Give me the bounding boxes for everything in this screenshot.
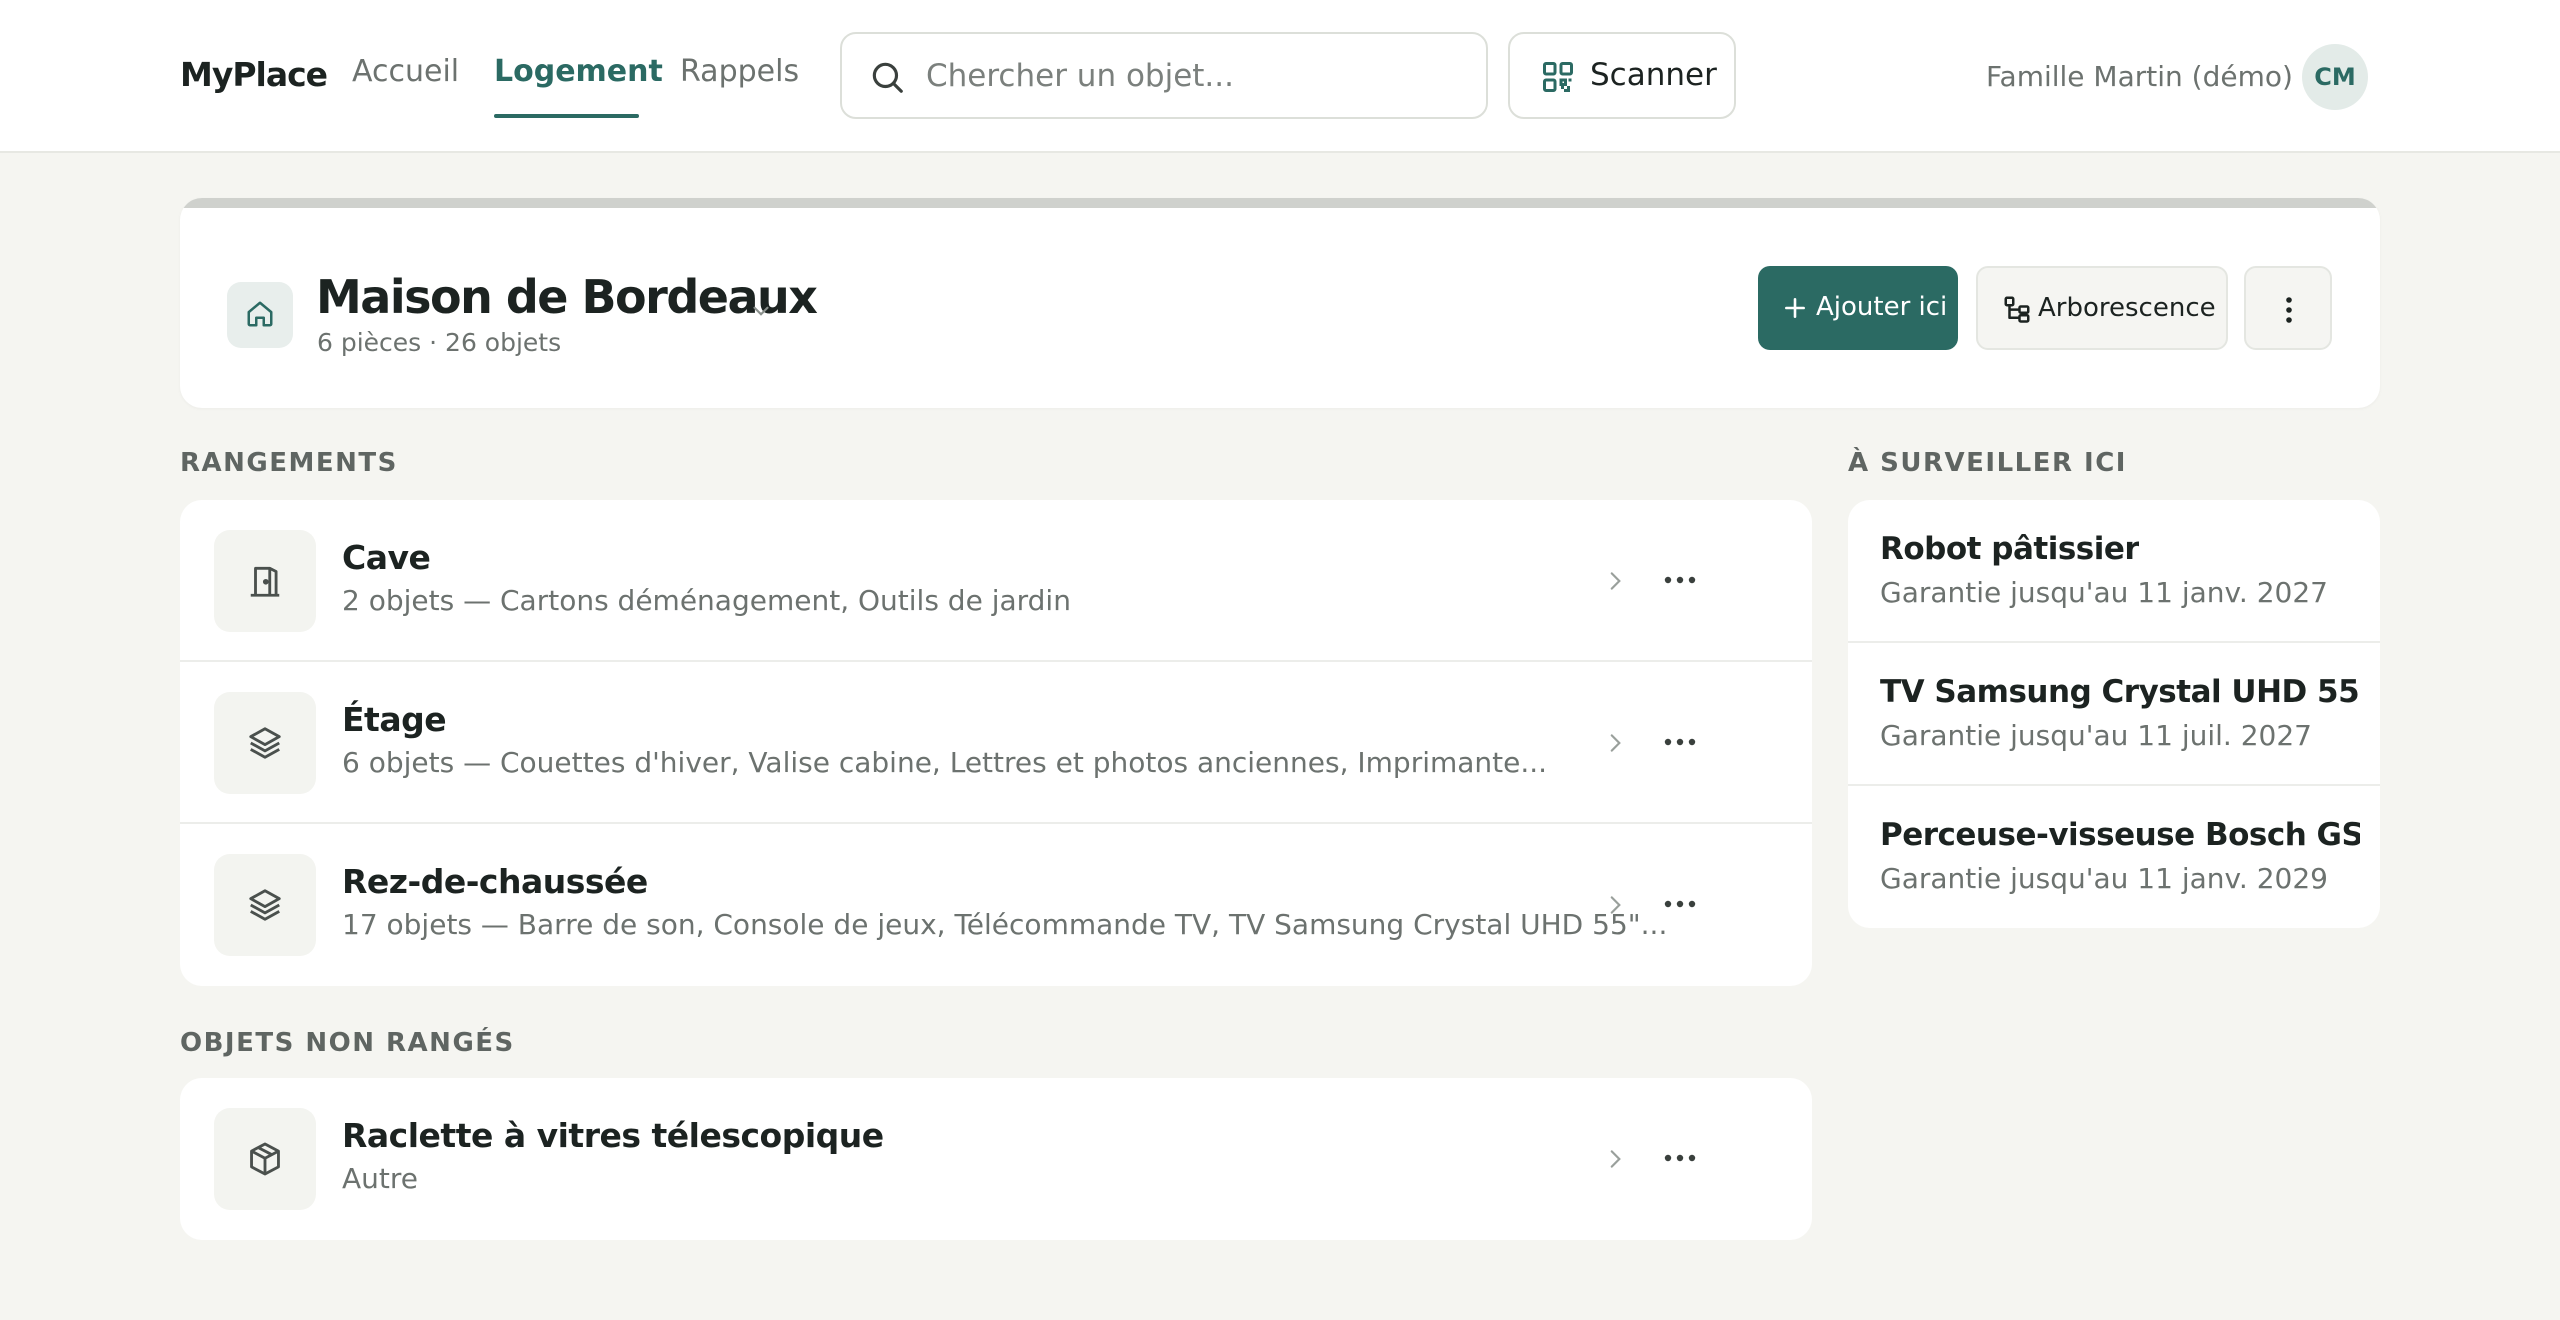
nav-rappels[interactable]: Rappels [680,54,799,89]
chevron-right-icon[interactable] [1602,890,1628,920]
search-input[interactable]: Chercher un objet... [840,32,1488,119]
nav-active-indicator [494,114,639,118]
card-top-band [180,198,2380,208]
room-description: 6 objets — Couettes d'hiver, Valise cabi… [342,746,1548,779]
search-placeholder: Chercher un objet... [926,58,1234,94]
room-icon-box [214,854,316,956]
room-icon-box [214,530,316,632]
room-icon-box [214,692,316,794]
nav-accueil[interactable]: Accueil [352,54,459,89]
watch-item[interactable]: TV Samsung Crystal UHD 55" Garantie jusq… [1848,643,2380,786]
box-icon [250,1142,280,1176]
scanner-button[interactable]: Scanner [1508,32,1736,119]
unsorted-row[interactable]: Raclette à vitres télescopique Autre [180,1078,1812,1240]
chevron-right-icon[interactable] [1602,728,1628,758]
more-dots-icon[interactable] [1664,737,1696,747]
layers-icon [249,727,281,759]
warranty-text: Garantie jusqu'au 11 juil. 2027 [1880,719,2312,752]
add-here-label: Ajouter ici [1816,292,1948,322]
qr-code-icon [1543,62,1573,92]
chevron-down-icon[interactable] [748,298,774,324]
add-here-button[interactable]: Ajouter ici [1758,266,1958,350]
object-category: Autre [342,1162,419,1195]
watch-item[interactable]: Robot pâtissier Garantie jusqu'au 11 jan… [1848,500,2380,643]
search-icon [872,62,903,93]
storage-row-cave[interactable]: Cave 2 objets — Cartons déménagement, Ou… [180,500,1812,662]
room-title: Étage [342,700,447,739]
storage-heading: RANGEMENTS [180,448,398,478]
storage-list: Cave 2 objets — Cartons déménagement, Ou… [180,500,1812,986]
tree-icon [2004,296,2030,323]
room-title: Rez-de-chaussée [342,862,648,901]
house-header-card: Maison de Bordeaux 6 pièces · 26 objets … [180,198,2380,408]
chevron-right-icon[interactable] [1602,1144,1628,1174]
door-icon [250,566,280,597]
brand-logo[interactable]: MyPlace [180,55,328,94]
house-title[interactable]: Maison de Bordeaux [316,270,818,324]
more-dots-icon[interactable] [1664,1153,1696,1163]
scanner-label: Scanner [1590,57,1717,93]
room-title: Cave [342,538,431,577]
storage-row-etage[interactable]: Étage 6 objets — Couettes d'hiver, Valis… [180,662,1812,824]
storage-row-rez-de-chaussee[interactable]: Rez-de-chaussée 17 objets — Barre de son… [180,824,1812,986]
warranty-text: Garantie jusqu'au 11 janv. 2029 [1880,862,2328,895]
room-description: 2 objets — Cartons déménagement, Outils … [342,584,1071,617]
object-icon-box [214,1108,316,1210]
watch-list: Robot pâtissier Garantie jusqu'au 11 jan… [1848,500,2380,928]
watch-item[interactable]: Perceuse-visseuse Bosch GSR... Garantie … [1848,786,2380,928]
watch-heading: À SURVEILLER ICI [1848,448,2127,478]
warranty-text: Garantie jusqu'au 11 janv. 2027 [1880,576,2328,609]
nav-logement[interactable]: Logement [494,54,663,89]
house-icon-box [227,282,293,348]
chevron-right-icon[interactable] [1602,566,1628,596]
user-name: Famille Martin (démo) [1986,60,2293,93]
layers-icon [249,889,281,921]
room-description: 17 objets — Barre de son, Console de jeu… [342,908,1668,941]
more-dots-icon[interactable] [1664,575,1696,585]
watch-item-title: Perceuse-visseuse Bosch GSR... [1880,817,2360,853]
unsorted-heading: OBJETS NON RANGÉS [180,1028,515,1058]
tree-view-button[interactable]: Arborescence [1976,266,2228,350]
more-options-button[interactable] [2244,266,2332,350]
watch-item-title: TV Samsung Crystal UHD 55" [1880,674,2360,710]
more-dots-icon[interactable] [1664,899,1696,909]
object-title: Raclette à vitres télescopique [342,1116,884,1155]
tree-view-label: Arborescence [2038,293,2216,323]
unsorted-list: Raclette à vitres télescopique Autre [180,1078,1812,1240]
home-icon [247,301,273,327]
top-bar: MyPlace Accueil Logement Rappels Cherche… [0,0,2560,153]
house-summary: 6 pièces · 26 objets [317,328,562,357]
plus-icon [1785,298,1805,318]
watch-item-title: Robot pâtissier [1880,531,2140,567]
avatar[interactable]: CM [2302,44,2368,110]
vertical-dots-icon [2286,297,2292,323]
